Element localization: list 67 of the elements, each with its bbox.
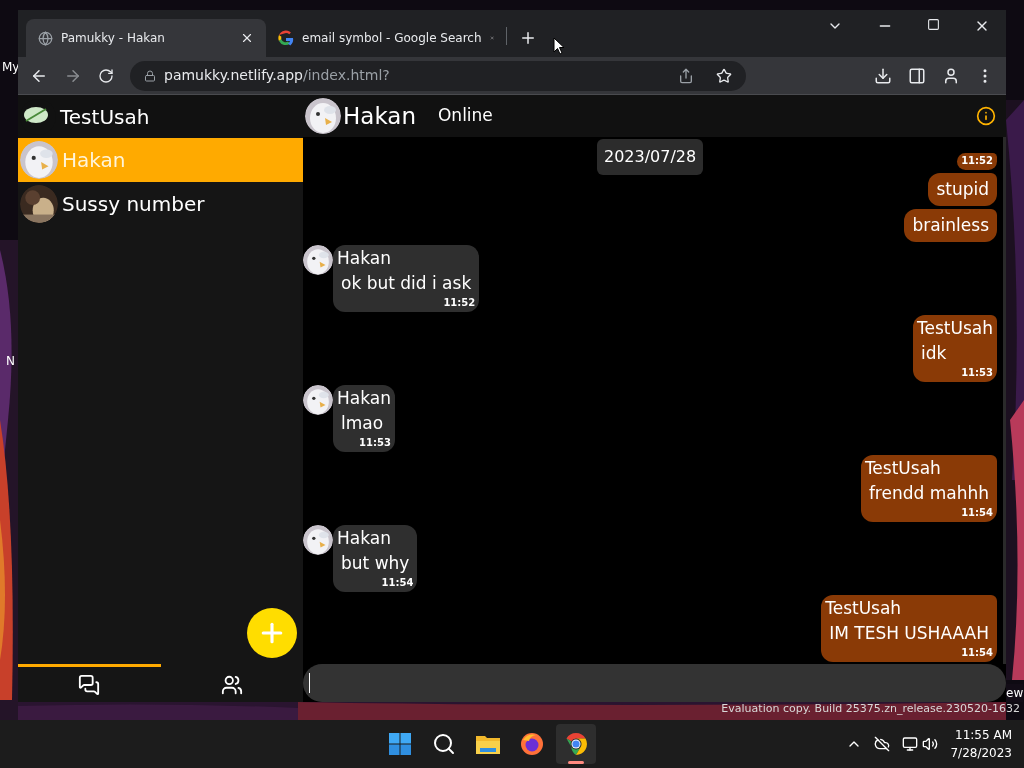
tab-title: Pamukky - Hakan [61, 30, 166, 47]
people-icon [220, 673, 243, 696]
sender-name: TestUsah [917, 317, 993, 339]
maximize-icon[interactable] [927, 18, 940, 31]
taskbar-app[interactable] [556, 724, 597, 764]
bookmark-icon[interactable] [716, 67, 732, 84]
url-text: pamukky.netlify.app/index.html? [164, 66, 391, 85]
message-time: 11:52 [961, 155, 993, 167]
desktop-icon-label: My [2, 59, 20, 76]
message-text: IM TESH USHAAAH [828, 622, 990, 645]
firefox-icon [520, 732, 545, 756]
share-icon[interactable] [678, 67, 694, 84]
tab-title: email symbol - Google Search [302, 30, 482, 47]
clock-time[interactable]: 11:55 AM [955, 726, 1012, 744]
browser-tab[interactable]: email symbol - Google Search [266, 19, 506, 57]
chat-name: Hakan [343, 101, 416, 131]
status-text: Online [438, 104, 493, 128]
new-tab-icon[interactable] [519, 29, 537, 47]
message-text: frendd mahhh [867, 482, 990, 505]
message-time: 11:53 [961, 367, 993, 379]
reload-icon[interactable] [98, 67, 114, 84]
network-icon[interactable] [902, 736, 919, 752]
message-text: but why [340, 552, 411, 575]
lock-icon [144, 69, 156, 82]
sender-name: Hakan [337, 247, 392, 269]
browser-tab[interactable]: Pamukky - Hakan [26, 19, 266, 57]
chrome-icon [564, 732, 589, 756]
volume-icon[interactable] [922, 736, 939, 752]
close-icon[interactable] [240, 31, 254, 45]
active-indicator [568, 761, 585, 764]
chats-icon [78, 673, 101, 696]
side-panel-icon[interactable] [908, 66, 926, 85]
message-text: brainless [911, 214, 990, 237]
google-icon [278, 30, 294, 46]
message-time: 11:53 [359, 437, 391, 449]
sender-name: TestUsah [864, 457, 942, 479]
user-name: TestUsah [60, 103, 150, 131]
watermark-text: Evaluation copy. Build 25375.zn_release.230520-1632 [721, 701, 1020, 717]
info-icon[interactable] [976, 106, 996, 126]
folder-icon [475, 733, 502, 755]
profile-icon[interactable] [942, 66, 960, 85]
globe-icon [38, 30, 53, 46]
clock-date[interactable]: 7/28/2023 [950, 744, 1012, 762]
message-text: ok but did i ask [340, 272, 473, 295]
message-time: 11:54 [381, 577, 414, 589]
windows-icon [388, 732, 413, 756]
cloud-off-icon[interactable] [874, 736, 891, 752]
contact-name: Hakan [62, 147, 126, 174]
search-icon [432, 732, 457, 756]
message-input[interactable] [303, 664, 1006, 702]
cursor-icon [553, 37, 565, 55]
sender-name: Hakan [337, 387, 391, 409]
message-time: 11:54 [961, 507, 993, 519]
message-text: idk [920, 342, 948, 365]
address-bar[interactable]: pamukky.netlify.app/index.html? [130, 60, 746, 91]
contact-item[interactable]: Sussy number [18, 182, 303, 226]
download-icon[interactable] [874, 66, 892, 85]
message-text: lmao [340, 412, 385, 435]
message-text: stupid [935, 178, 990, 201]
sender-name: Hakan [337, 527, 392, 549]
message-time: 11:54 [961, 647, 993, 659]
message-time: 11:52 [443, 297, 476, 309]
date-chip: 2023/07/28 [597, 139, 704, 175]
contact-name: Sussy number [62, 191, 205, 218]
desktop-icon-label: ew [1006, 684, 1024, 702]
add-button[interactable] [247, 608, 297, 658]
sender-name: TestUsah [825, 597, 903, 619]
